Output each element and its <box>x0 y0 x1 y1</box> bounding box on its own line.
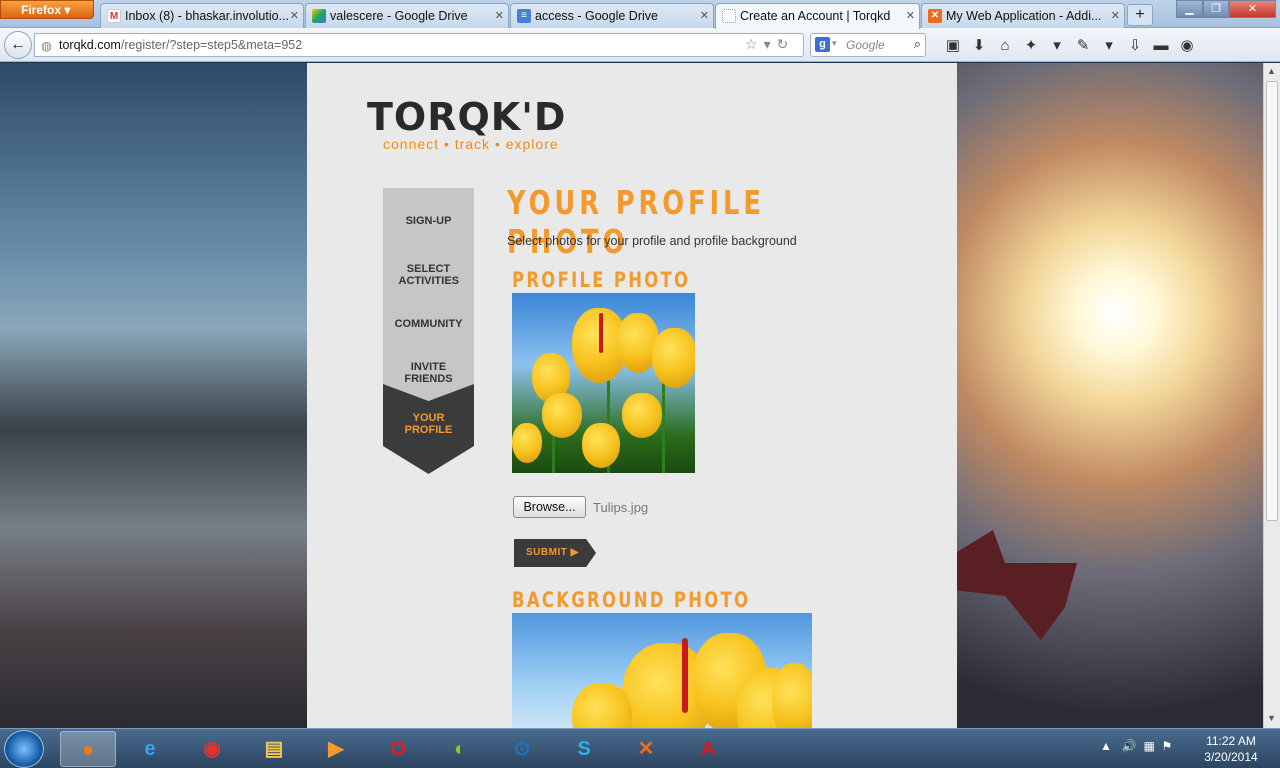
gmail-icon: M <box>107 9 121 23</box>
selected-file-name: Tulips.jpg <box>593 500 649 515</box>
close-icon[interactable]: ✕ <box>1111 9 1120 22</box>
step-label: SIGN-UP <box>405 215 452 227</box>
internet-explorer-icon[interactable]: e <box>122 731 178 767</box>
back-arrow-icon: ← <box>10 36 26 53</box>
tab-title: My Web Application - Addi... <box>946 9 1102 23</box>
profile-photo-preview <box>512 293 695 473</box>
chrome-icon[interactable]: ◉ <box>184 731 240 767</box>
reload-icon[interactable]: ↻ <box>777 36 795 52</box>
toolbar-icons: ▣ ⬇ ⌂ ✦ ▾ ✎ ▾ ⇩ ▬ ◉ <box>940 36 1200 56</box>
browse-button[interactable]: Browse... <box>513 496 586 518</box>
step-label: SELECT ACTIVITIES <box>398 263 460 287</box>
scroll-down-icon[interactable]: ▼ <box>1267 713 1276 723</box>
background-photo-heading: BACKGROUND PHOTO <box>512 588 751 612</box>
google-drive-icon <box>312 9 326 23</box>
adobe-reader-icon[interactable]: A <box>680 731 736 767</box>
page-title: YOUR PROFILE PHOTO <box>507 183 765 261</box>
network-icon[interactable]: ▦ <box>1144 739 1155 753</box>
tab-title: access - Google Drive <box>535 9 658 23</box>
background-clouds-left <box>0 63 307 728</box>
bookmarks-icon[interactable]: ▣ <box>940 36 966 54</box>
profile-photo-heading: PROFILE PHOTO <box>512 268 691 292</box>
page-subtitle: Select photos for your profile and profi… <box>507 234 797 248</box>
firefox-icon[interactable]: ● <box>60 731 116 767</box>
close-icon[interactable]: ✕ <box>495 9 504 22</box>
windows-taskbar: ● e ◉ ▤ ▶ O ◐ ⊙ S ✕ A ▲ 🔊 ▦ ⚑ 11:22 AM 3… <box>0 728 1280 768</box>
dropdown-icon[interactable]: ▾ <box>764 36 777 52</box>
color-picker-icon[interactable]: ◉ <box>1174 36 1200 54</box>
navigation-toolbar: ← ◍ torqkd.com/register/?step=step5&meta… <box>0 28 1280 62</box>
opera-icon[interactable]: O <box>370 731 426 767</box>
downloads-icon[interactable]: ⇩ <box>1122 36 1148 54</box>
url-path: /register/?step=step5&meta=952 <box>120 38 303 52</box>
extension-icon[interactable]: ✦ <box>1018 36 1044 54</box>
submit-button[interactable]: SUBMIT ▶ <box>514 539 596 567</box>
logo-tagline: connect • track • explore <box>383 136 559 152</box>
url-bar-actions: ☆▾↻ <box>745 36 794 53</box>
close-icon[interactable]: ✕ <box>700 9 709 22</box>
xampp-icon[interactable]: ✕ <box>618 731 674 767</box>
skype-icon[interactable]: S <box>556 731 612 767</box>
file-explorer-icon[interactable]: ▤ <box>246 731 302 767</box>
clock-time: 11:22 AM <box>1206 734 1256 748</box>
registration-steps: SIGN-UP SELECT ACTIVITIES COMMUNITY INVI… <box>383 188 474 474</box>
firefox-menu-button[interactable]: Firefox ▾ <box>0 0 94 19</box>
dev-tools-icon[interactable]: ✎ <box>1070 36 1096 54</box>
search-input[interactable]: g ▾ Google ⌕ <box>810 33 926 57</box>
search-icon[interactable]: ⌕ <box>914 36 921 52</box>
url-host: torqkd.com <box>59 38 121 52</box>
registration-panel: TORQK'D connect • track • explore SIGN-U… <box>307 63 957 728</box>
close-window-button[interactable]: ✕ <box>1229 0 1276 18</box>
restore-button[interactable]: ❐ <box>1203 0 1229 18</box>
page-scrollbar[interactable]: ▲ ▼ <box>1263 63 1280 728</box>
xampp-icon: ✕ <box>928 9 942 23</box>
tab-title: Create an Account | Torqkd <box>740 9 891 23</box>
search-placeholder: Google <box>846 38 885 52</box>
scrollbar-thumb[interactable] <box>1266 81 1278 521</box>
teamviewer-icon[interactable]: ⊙ <box>494 731 550 767</box>
system-clock[interactable]: 11:22 AM 3/20/2014 <box>1196 733 1266 765</box>
tab-valescere[interactable]: valescere - Google Drive ✕ <box>305 3 509 28</box>
bookmark-star-icon[interactable]: ☆ <box>745 36 764 52</box>
system-tray: ▲ 🔊 ▦ ⚑ <box>1100 739 1172 753</box>
scroll-up-icon[interactable]: ▲ <box>1267 66 1276 76</box>
dropdown-icon[interactable]: ▾ <box>1096 36 1122 54</box>
tab-my-web-application[interactable]: ✕ My Web Application - Addi... ✕ <box>921 3 1125 28</box>
back-button[interactable]: ← <box>4 31 32 59</box>
action-center-icon[interactable]: ⚑ <box>1162 739 1173 753</box>
new-tab-button[interactable]: + <box>1127 4 1153 26</box>
close-icon[interactable]: ✕ <box>906 9 915 22</box>
url-bar[interactable]: ◍ torqkd.com/register/?step=step5&meta=9… <box>34 33 804 57</box>
addon-icon[interactable]: ▬ <box>1148 37 1174 54</box>
step-label: COMMUNITY <box>394 318 463 330</box>
step-label: INVITE FRIENDS <box>404 361 453 385</box>
tab-title: Inbox (8) - bhaskar.involutio... <box>125 9 289 23</box>
engine-dropdown-icon[interactable]: ▾ <box>832 38 837 49</box>
tray-expand-icon[interactable]: ▲ <box>1100 739 1112 753</box>
close-icon[interactable]: ✕ <box>290 9 299 22</box>
minimize-button[interactable]: ▁ <box>1176 0 1203 18</box>
start-button[interactable] <box>4 730 44 768</box>
firefox-menu-label: Firefox <box>21 3 62 17</box>
blank-page-icon <box>722 9 736 23</box>
green-app-icon[interactable]: ◐ <box>432 731 488 767</box>
volume-icon[interactable]: 🔊 <box>1122 739 1137 753</box>
tab-inbox[interactable]: M Inbox (8) - bhaskar.involutio... ✕ <box>100 3 304 28</box>
tab-title: valescere - Google Drive <box>330 9 468 23</box>
tab-bar: Firefox ▾ M Inbox (8) - bhaskar.involuti… <box>0 0 1280 29</box>
torqkd-logo[interactable]: TORQK'D <box>367 95 566 139</box>
google-search-engine-icon[interactable]: g <box>815 37 830 52</box>
globe-icon: ◍ <box>41 39 52 53</box>
background-sunset-right <box>957 63 1263 728</box>
download-arrow-icon[interactable]: ⬇ <box>966 36 992 54</box>
tab-access[interactable]: ≡ access - Google Drive ✕ <box>510 3 714 28</box>
tab-create-account[interactable]: Create an Account | Torqkd ✕ <box>715 3 920 29</box>
step-label: YOUR PROFILE <box>404 412 453 436</box>
home-icon[interactable]: ⌂ <box>992 37 1018 54</box>
media-player-icon[interactable]: ▶ <box>308 731 364 767</box>
google-docs-icon: ≡ <box>517 9 531 23</box>
dropdown-icon[interactable]: ▾ <box>1044 36 1070 54</box>
clock-date: 3/20/2014 <box>1204 750 1258 764</box>
background-photo-preview <box>512 613 812 728</box>
